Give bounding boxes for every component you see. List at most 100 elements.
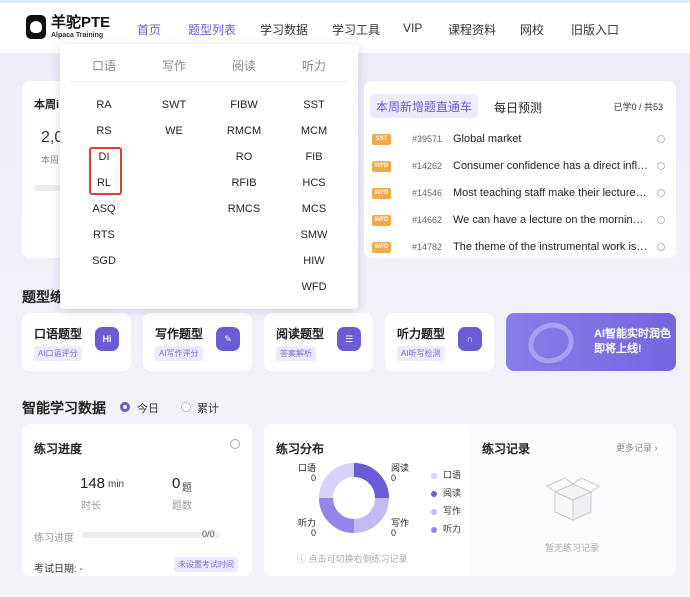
seg-value-reading: 0	[391, 473, 397, 483]
menu-item-ro[interactable]: RO	[236, 151, 253, 163]
week-stats-title: 本周i	[34, 99, 60, 111]
logo[interactable]: 羊驼PTE Alpaca Training	[26, 15, 110, 39]
hi-chat-icon: Hi	[95, 327, 119, 351]
donut-segment-听力[interactable]	[319, 497, 355, 533]
dropdown-head-writing: 写作	[162, 59, 187, 73]
book-icon: ☰	[337, 327, 361, 351]
check-circle-icon	[657, 135, 665, 143]
check-circle-icon	[657, 216, 665, 224]
menu-item-swt[interactable]: SWT	[162, 99, 186, 111]
headphones-icon: ∩	[458, 327, 482, 351]
tab-weekly-new[interactable]: 本周新增题直通车	[370, 94, 478, 118]
donut-segment-口语[interactable]	[319, 463, 355, 499]
writing-type-title: 写作题型	[155, 327, 204, 341]
question-title: Global market	[453, 133, 522, 145]
question-row[interactable]: SST #39571 Global market	[372, 130, 666, 148]
nav-home[interactable]: 首页	[137, 21, 161, 38]
menu-item-rts[interactable]: RTS	[93, 229, 115, 241]
menu-item-fibw[interactable]: FIBW	[230, 99, 258, 111]
question-title: We can have a lecture on the morning of …	[453, 214, 649, 226]
minutes-label: 时长	[81, 501, 101, 512]
menu-item-sst[interactable]: SST	[303, 99, 324, 111]
listening-type-card[interactable]: 听力题型 AI听写检测 ∩	[385, 313, 494, 371]
question-row[interactable]: WFD #14662 We can have a lecture on the …	[372, 211, 666, 229]
ai-badge-icon	[522, 316, 580, 370]
menu-item-we[interactable]: WE	[165, 125, 183, 137]
question-tag: WFD	[372, 241, 391, 253]
questions-unit: 题	[182, 483, 192, 494]
dropdown-head-speaking: 口语	[92, 59, 117, 73]
nav-study-tools[interactable]: 学习工具	[332, 21, 380, 38]
seg-value-listening: 0	[311, 528, 317, 538]
dropdown-head-listening: 听力	[302, 59, 327, 73]
menu-item-sgd[interactable]: SGD	[92, 255, 116, 267]
menu-item-hiw[interactable]: HIW	[303, 255, 324, 267]
legend-item: 写作	[431, 502, 461, 520]
nav-legacy-entry[interactable]: 旧版入口	[571, 21, 619, 38]
progress-value: 0/0	[202, 529, 215, 539]
question-tag: SST	[372, 133, 391, 145]
logo-title: 羊驼PTE	[51, 14, 111, 31]
question-tag: WFD	[372, 187, 391, 199]
info-icon[interactable]	[230, 439, 240, 449]
practice-progress-card: 练习进度 148 min 时长 0 题 题数 练习进度 0/0 考试日期: - …	[22, 424, 252, 576]
legend-item: 听力	[431, 520, 461, 538]
ai-polish-banner[interactable]: AI智能实时润色即将上线!	[506, 313, 676, 371]
menu-item-mcm[interactable]: MCM	[301, 125, 327, 137]
listening-type-pill: AI听写检测	[397, 346, 445, 361]
menu-item-mcs[interactable]: MCS	[302, 203, 326, 215]
question-row[interactable]: WFD #14782 The theme of the instrumental…	[372, 238, 666, 256]
menu-item-hcs[interactable]: HCS	[302, 177, 325, 189]
nav-course-materials[interactable]: 课程资料	[448, 21, 496, 38]
nav-vip[interactable]: VIP	[403, 21, 422, 35]
questions-value: 0	[172, 475, 181, 492]
set-exam-date-button[interactable]: 未设置考试时间	[174, 557, 238, 572]
nav-online-school[interactable]: 网校	[520, 21, 544, 38]
distribution-hint: ⓘ 点击可切换右侧练习记录	[297, 554, 408, 564]
radio-today-label[interactable]: 今日	[137, 400, 159, 416]
radio-today[interactable]	[120, 402, 130, 412]
menu-item-rmcs[interactable]: RMCS	[228, 203, 260, 215]
check-circle-icon	[657, 162, 665, 170]
question-tag: WFD	[372, 160, 391, 172]
tab-daily-prediction[interactable]: 每日预测	[494, 99, 542, 116]
menu-item-rmcm[interactable]: RMCM	[227, 125, 261, 137]
question-title: Consumer confidence has a direct influen…	[453, 160, 649, 172]
donut-segment-阅读[interactable]	[353, 463, 389, 499]
speaking-type-card[interactable]: 口语题型 AI口语评分 Hi	[22, 313, 131, 371]
record-title: 练习记录	[482, 442, 531, 456]
radio-total[interactable]	[181, 402, 191, 412]
distribution-donut-chart[interactable]	[318, 462, 390, 534]
menu-item-ra[interactable]: RA	[96, 99, 111, 111]
empty-records-text: 暂无练习记录	[545, 543, 600, 553]
menu-item-rs[interactable]: RS	[96, 125, 111, 137]
menu-item-fib[interactable]: FIB	[305, 151, 322, 163]
writing-type-card[interactable]: 写作题型 AI写作评分 ✎	[143, 313, 252, 371]
question-row[interactable]: WFD #14262 Consumer confidence has a dir…	[372, 157, 666, 175]
donut-segment-写作[interactable]	[353, 497, 389, 533]
ai-banner-text: AI智能实时润色即将上线!	[594, 328, 671, 355]
menu-item-wfd[interactable]: WFD	[301, 281, 326, 293]
study-data-title: 智能学习数据	[22, 400, 106, 416]
highlight-box	[89, 147, 122, 195]
nav-question-types[interactable]: 题型列表	[188, 21, 236, 38]
distribution-title: 练习分布	[276, 442, 325, 456]
more-records-link[interactable]: 更多记录 ›	[616, 441, 658, 454]
speaking-type-title: 口语题型	[34, 327, 83, 341]
minutes-unit: min	[108, 479, 125, 490]
legend-item: 阅读	[431, 484, 461, 502]
dropdown-head-reading: 阅读	[232, 59, 257, 73]
questions-label: 题数	[172, 501, 192, 512]
empty-box-icon	[546, 477, 600, 521]
check-circle-icon	[657, 189, 665, 197]
question-row[interactable]: WFD #14546 Most teaching staff make thei…	[372, 184, 666, 202]
menu-item-smw[interactable]: SMW	[301, 229, 328, 241]
question-number: #14262	[412, 161, 443, 171]
nav-study-data[interactable]: 学习数据	[260, 21, 308, 38]
learned-count: 已学0 / 共53	[613, 102, 663, 112]
menu-item-rfib[interactable]: RFIB	[231, 177, 256, 189]
reading-type-card[interactable]: 阅读题型 答案解析 ☰	[264, 313, 373, 371]
menu-item-asq[interactable]: ASQ	[92, 203, 115, 215]
radio-total-label[interactable]: 累计	[197, 400, 219, 416]
question-tag: WFD	[372, 214, 391, 226]
